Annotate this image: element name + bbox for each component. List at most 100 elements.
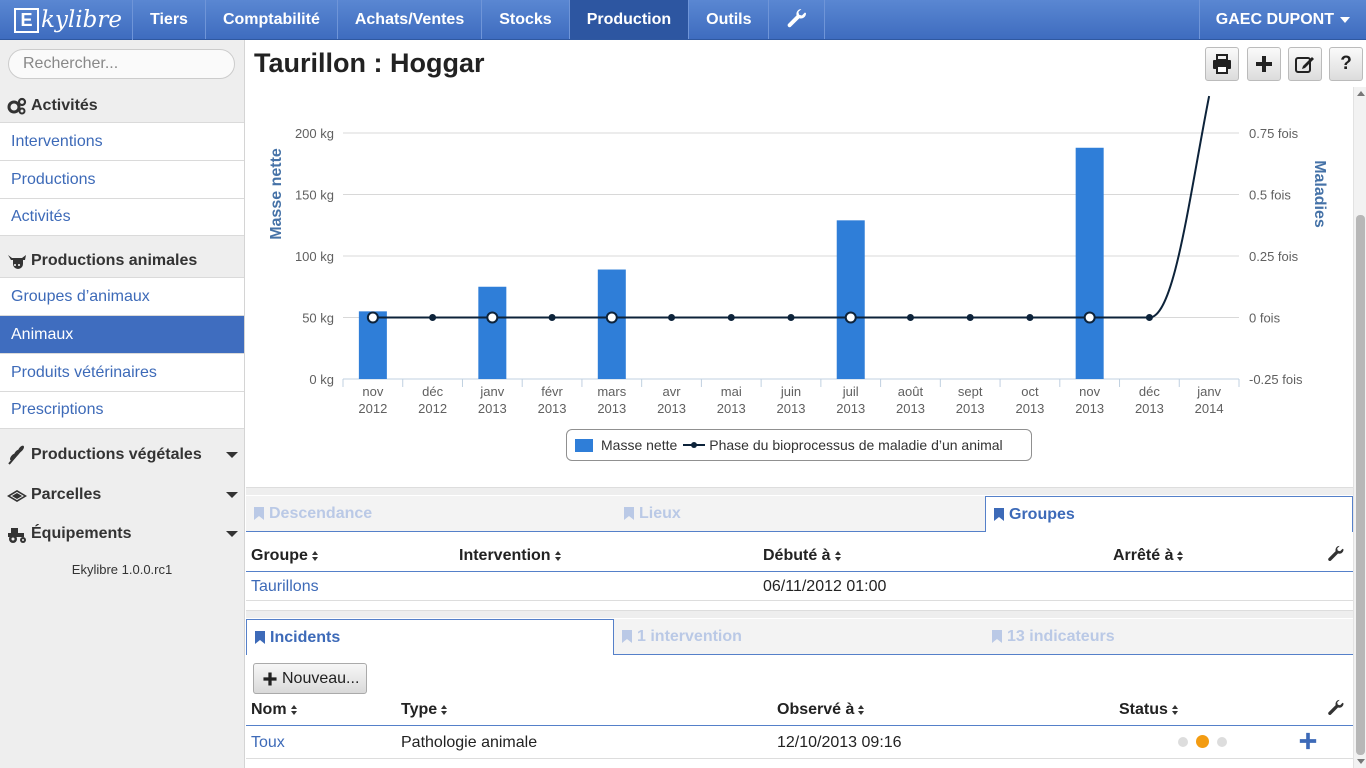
y-tick-label-left: 50 kg	[302, 311, 334, 326]
panel-separator	[246, 487, 1353, 495]
column-label: Intervention	[459, 547, 551, 564]
sidebar-item-groupes-animaux[interactable]: Groupes d’animaux	[0, 277, 244, 315]
legend-label-masse: Masse nette	[601, 437, 678, 453]
status-light-red	[1178, 737, 1188, 747]
table-cell-debut: 06/11/2012 01:00	[763, 578, 887, 595]
y-tick-label-right: -0.25 fois	[1249, 372, 1303, 387]
scroll-down-arrow-icon[interactable]	[1357, 759, 1365, 764]
x-tick-label-year: 2013	[896, 401, 925, 416]
add-row-icon[interactable]	[1298, 731, 1318, 751]
x-tick-label-year: 2014	[1195, 401, 1224, 416]
line-point	[366, 311, 379, 324]
land-icon	[7, 490, 27, 502]
line-point	[966, 314, 974, 321]
x-tick-label-year: 2013	[1135, 401, 1164, 416]
x-tick-label-month: avr	[663, 384, 682, 399]
edit-button[interactable]	[1288, 47, 1322, 81]
x-tick-label-year: 2012	[358, 401, 387, 416]
x-tick-label-month: mai	[721, 384, 742, 399]
line-point	[727, 314, 735, 321]
column-header-groupe[interactable]: Groupe	[251, 542, 318, 570]
line-point	[548, 314, 556, 321]
column-header-nom[interactable]: Nom	[251, 696, 297, 724]
tab-indicateurs[interactable]: 13 indicateurs	[984, 619, 1353, 655]
column-label: Débuté à	[763, 547, 831, 564]
table-cell-groupe[interactable]: Taurillons	[251, 578, 319, 596]
sidebar-section-label: Activités	[31, 97, 98, 114]
sidebar-item-interventions[interactable]: Interventions	[0, 122, 244, 160]
line-point	[1145, 314, 1153, 321]
nav-production[interactable]: Production	[569, 0, 690, 39]
tab-groupes[interactable]: Groupes	[985, 496, 1353, 532]
add-button[interactable]	[1247, 47, 1281, 81]
column-header-observe[interactable]: Observé à	[777, 696, 865, 724]
tab-label: Groupes	[1009, 505, 1075, 523]
tab-interventions[interactable]: 1 intervention	[614, 619, 984, 655]
new-incident-button[interactable]: Nouveau...	[253, 663, 367, 694]
bar-masse-nette	[597, 269, 626, 379]
chevron-down-icon	[226, 452, 238, 458]
column-header-type[interactable]: Type	[401, 696, 448, 724]
app-logo[interactable]: E kylibre	[0, 0, 133, 40]
page-scrollbar[interactable]	[1353, 87, 1366, 768]
sidebar-section-activites[interactable]: Activités	[0, 88, 244, 124]
column-header-intervention[interactable]: Intervention	[459, 542, 561, 570]
top-navbar: E kylibre Tiers Comptabilité Achats/Vent…	[0, 0, 1366, 40]
tractor-icon	[8, 528, 26, 543]
scroll-thumb[interactable]	[1356, 215, 1365, 755]
sidebar-item-activites[interactable]: Activités	[0, 198, 244, 236]
wrench-icon[interactable]	[1326, 545, 1346, 565]
bookmark-icon	[255, 631, 265, 644]
x-tick-label-year: 2013	[597, 401, 626, 416]
column-header-status[interactable]: Status	[1119, 696, 1178, 724]
nav-outils[interactable]: Outils	[689, 0, 770, 39]
sidebar-item-prescriptions[interactable]: Prescriptions	[0, 391, 244, 429]
column-header-arrete[interactable]: Arrêté à	[1113, 542, 1184, 570]
bookmark-icon	[994, 508, 1004, 521]
print-icon	[1213, 54, 1231, 74]
x-tick-label-month: déc	[422, 384, 443, 399]
y-tick-label-left: 200 kg	[295, 126, 334, 141]
cow-icon	[8, 255, 26, 269]
y-tick-label-right: 0 fois	[1249, 311, 1281, 326]
x-tick-label-month: sept	[958, 384, 983, 399]
chart-area: 200 kg 150 kg 100 kg 50 kg 0 kg 0.75 fois 0.5 …	[246, 87, 1353, 487]
line-point	[486, 311, 499, 324]
nav-achats-ventes[interactable]: Achats/Ventes	[338, 0, 483, 39]
nav-tiers[interactable]: Tiers	[133, 0, 206, 39]
logo-letter: E	[14, 7, 39, 33]
column-header-debute[interactable]: Débuté à	[763, 542, 841, 570]
sort-icon	[858, 705, 865, 715]
sidebar-section-equipements[interactable]: Équipements	[0, 516, 244, 552]
line-point	[1026, 314, 1034, 321]
tab-label: 13 indicateurs	[1007, 627, 1115, 645]
help-button[interactable]: ?	[1329, 47, 1363, 81]
tab-descendance[interactable]: Descendance	[246, 496, 616, 532]
chevron-down-icon	[226, 492, 238, 498]
search-input[interactable]	[8, 49, 235, 79]
wrench-icon[interactable]	[1326, 699, 1346, 719]
column-label: Groupe	[251, 547, 308, 564]
sidebar-section-productions-vegetales[interactable]: Productions végétales	[0, 437, 244, 473]
help-icon: ?	[1340, 53, 1352, 74]
sidebar-section-productions-animales[interactable]: Productions animales	[0, 243, 244, 279]
print-button[interactable]	[1205, 47, 1239, 81]
x-tick-label-month: juil	[842, 384, 859, 399]
line-point	[787, 314, 795, 321]
tab-lieux[interactable]: Lieux	[616, 496, 985, 532]
legend-bar-swatch	[575, 438, 593, 452]
nav-settings[interactable]	[769, 0, 826, 39]
sidebar-item-animaux[interactable]: Animaux	[0, 315, 244, 353]
nav-comptabilite[interactable]: Comptabilité	[206, 0, 338, 39]
tab-incidents[interactable]: Incidents	[246, 619, 614, 655]
table-cell-nom[interactable]: Toux	[251, 734, 285, 752]
sidebar-section-label: Équipements	[31, 525, 132, 542]
bookmark-icon	[254, 507, 264, 520]
sidebar-item-produits-veterinaires[interactable]: Produits vétérinaires	[0, 353, 244, 391]
scroll-up-arrow-icon[interactable]	[1357, 91, 1365, 96]
nav-stocks[interactable]: Stocks	[482, 0, 570, 39]
sidebar-section-parcelles[interactable]: Parcelles	[0, 477, 244, 513]
sidebar-item-productions[interactable]: Productions	[0, 160, 244, 198]
company-menu[interactable]: GAEC DUPONT	[1198, 0, 1366, 39]
line-point	[429, 314, 437, 321]
